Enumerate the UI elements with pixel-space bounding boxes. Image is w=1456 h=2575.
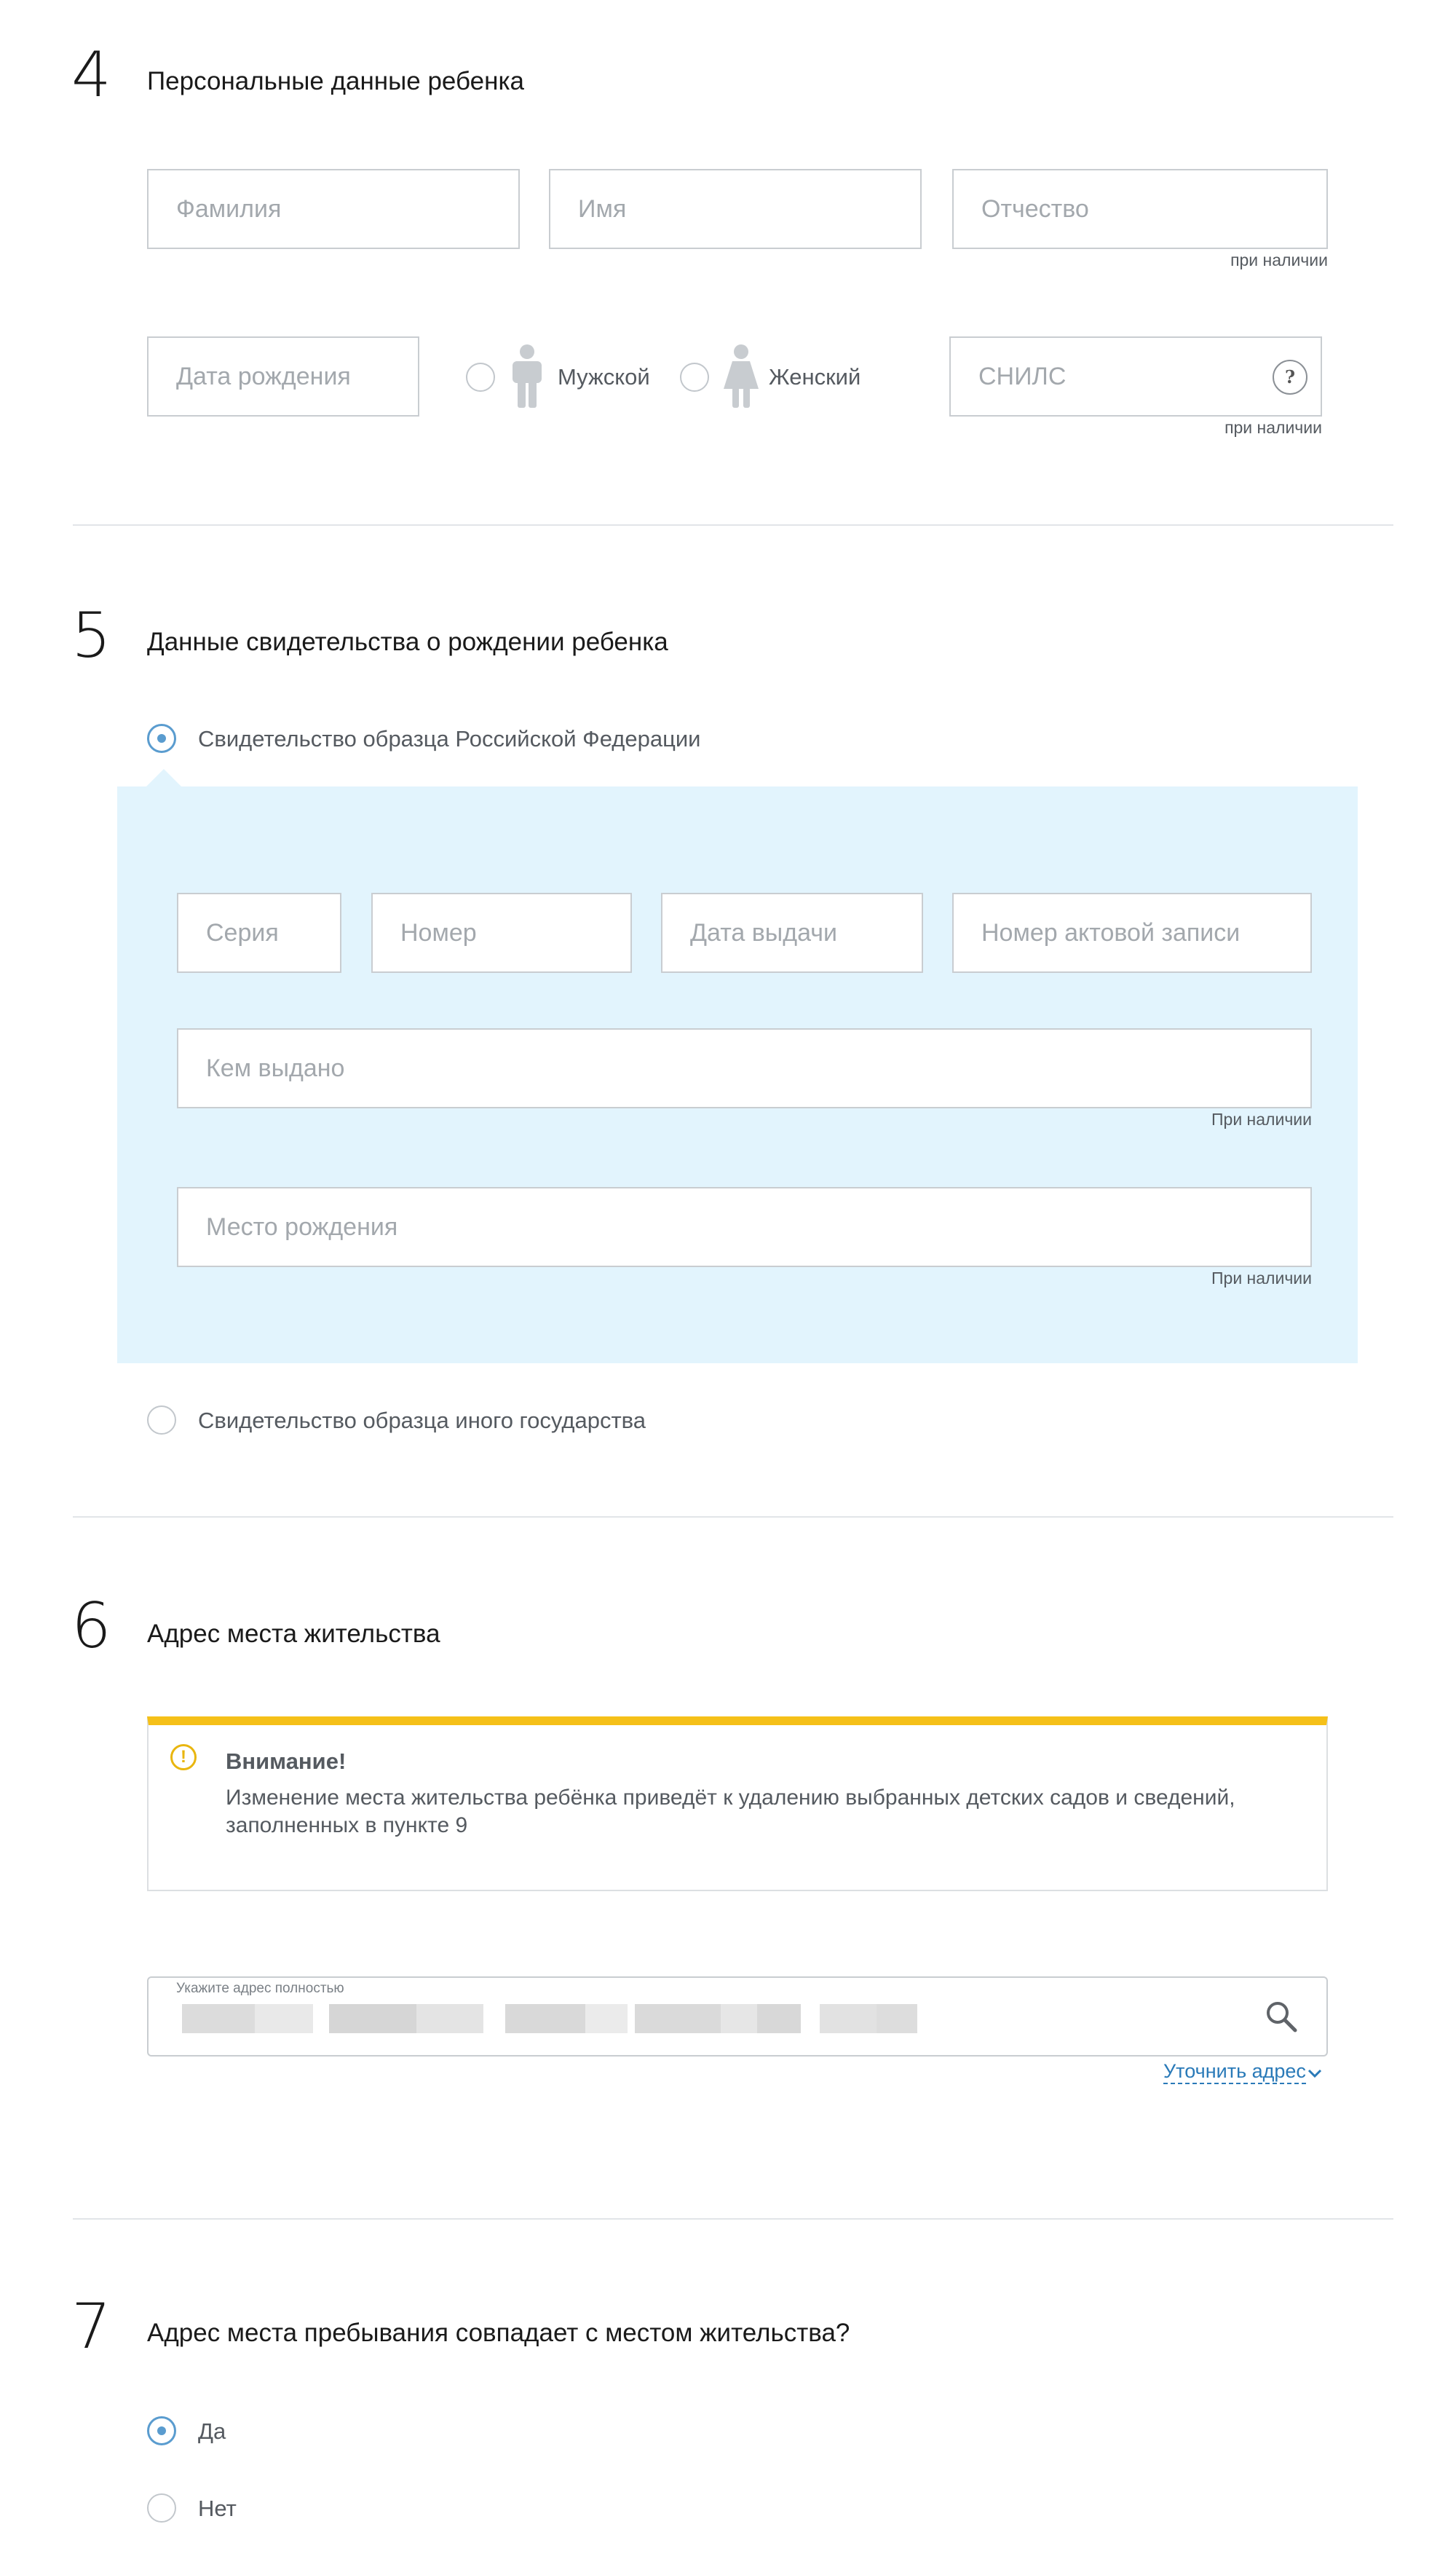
birth-date-placeholder: Дата рождения — [176, 362, 351, 390]
record-number-placeholder: Номер актовой записи — [981, 918, 1241, 947]
series-placeholder: Серия — [206, 918, 279, 947]
clarify-address-label: Уточнить адрес — [1163, 2060, 1306, 2082]
patronymic-hint: при наличии — [1230, 251, 1328, 269]
last-name-field[interactable]: Фамилия — [147, 169, 520, 249]
section-divider — [73, 1516, 1393, 1518]
birth-date-field[interactable]: Дата рождения — [147, 336, 419, 417]
record-number-field[interactable]: Номер актовой записи — [952, 893, 1312, 973]
first-name-placeholder: Имя — [578, 194, 627, 223]
section-5-number: 5 — [71, 599, 111, 672]
warning-icon: ! — [170, 1744, 197, 1770]
chevron-down-icon[interactable] — [1307, 2068, 1322, 2078]
warning-text-line-2: заполненных в пункте 9 — [226, 1813, 468, 1837]
snils-placeholder: СНИЛС — [978, 362, 1067, 390]
certificate-rf-label[interactable]: Свидетельство образца Российской Федерац… — [198, 727, 701, 750]
number-field[interactable]: Номер — [371, 893, 632, 973]
number-placeholder: Номер — [400, 918, 477, 947]
warning-title: Внимание! — [226, 1748, 347, 1774]
certificate-foreign-radio[interactable] — [147, 1405, 176, 1435]
snils-hint: при наличии — [1224, 418, 1322, 437]
section-7-number: 7 — [71, 2290, 111, 2363]
birth-place-placeholder: Место рождения — [206, 1212, 398, 1241]
address-label: Укажите адрес полностью — [176, 1981, 344, 1996]
section-6-number: 6 — [71, 1590, 111, 1663]
series-field[interactable]: Серия — [177, 893, 341, 973]
gender-female-radio[interactable] — [680, 363, 709, 392]
first-name-field[interactable]: Имя — [549, 169, 922, 249]
gender-female-label[interactable]: Женский — [769, 366, 860, 388]
certificate-rf-radio[interactable] — [147, 724, 176, 753]
warning-text-line-1: Изменение места жительства ребёнка приве… — [226, 1786, 1235, 1810]
section-7-title: Адрес места пребывания совпадает с место… — [147, 2319, 850, 2347]
patronymic-field[interactable]: Отчество — [952, 169, 1328, 249]
snils-field[interactable]: СНИЛС ? — [949, 336, 1322, 417]
section-6-title: Адрес места жительства — [147, 1620, 440, 1648]
issue-date-placeholder: Дата выдачи — [690, 918, 837, 947]
last-name-placeholder: Фамилия — [176, 194, 282, 223]
clarify-address-link[interactable]: Уточнить адрес — [1163, 2060, 1306, 2084]
birth-place-hint: При наличии — [1211, 1269, 1312, 1288]
same-address-no-radio[interactable] — [147, 2493, 176, 2523]
same-address-yes-label[interactable]: Да — [198, 2420, 226, 2442]
warning-box: ! Внимание! Изменение места жительства р… — [147, 1716, 1328, 1891]
search-icon[interactable] — [1265, 2000, 1298, 2033]
section-divider — [73, 2218, 1393, 2220]
gender-male-radio[interactable] — [466, 363, 495, 392]
panel-pointer — [146, 769, 181, 786]
issued-by-hint: При наличии — [1211, 1110, 1312, 1129]
female-person-icon — [724, 344, 759, 408]
certificate-foreign-label[interactable]: Свидетельство образца иного государства — [198, 1409, 646, 1432]
male-person-icon — [513, 344, 542, 408]
issued-by-field[interactable]: Кем выдано — [177, 1028, 1312, 1108]
section-4-title: Персональные данные ребенка — [147, 67, 524, 95]
issue-date-field[interactable]: Дата выдачи — [661, 893, 923, 973]
section-divider — [73, 524, 1393, 526]
same-address-no-label[interactable]: Нет — [198, 2497, 237, 2520]
patronymic-placeholder: Отчество — [981, 194, 1089, 223]
issued-by-placeholder: Кем выдано — [206, 1054, 345, 1082]
gender-male-label[interactable]: Мужской — [558, 366, 650, 388]
section-5-title: Данные свидетельства о рождении ребенка — [147, 628, 668, 656]
same-address-yes-radio[interactable] — [147, 2416, 176, 2445]
birth-place-field[interactable]: Место рождения — [177, 1187, 1312, 1267]
help-question-icon[interactable]: ? — [1273, 360, 1307, 395]
section-4-number: 4 — [71, 39, 111, 111]
